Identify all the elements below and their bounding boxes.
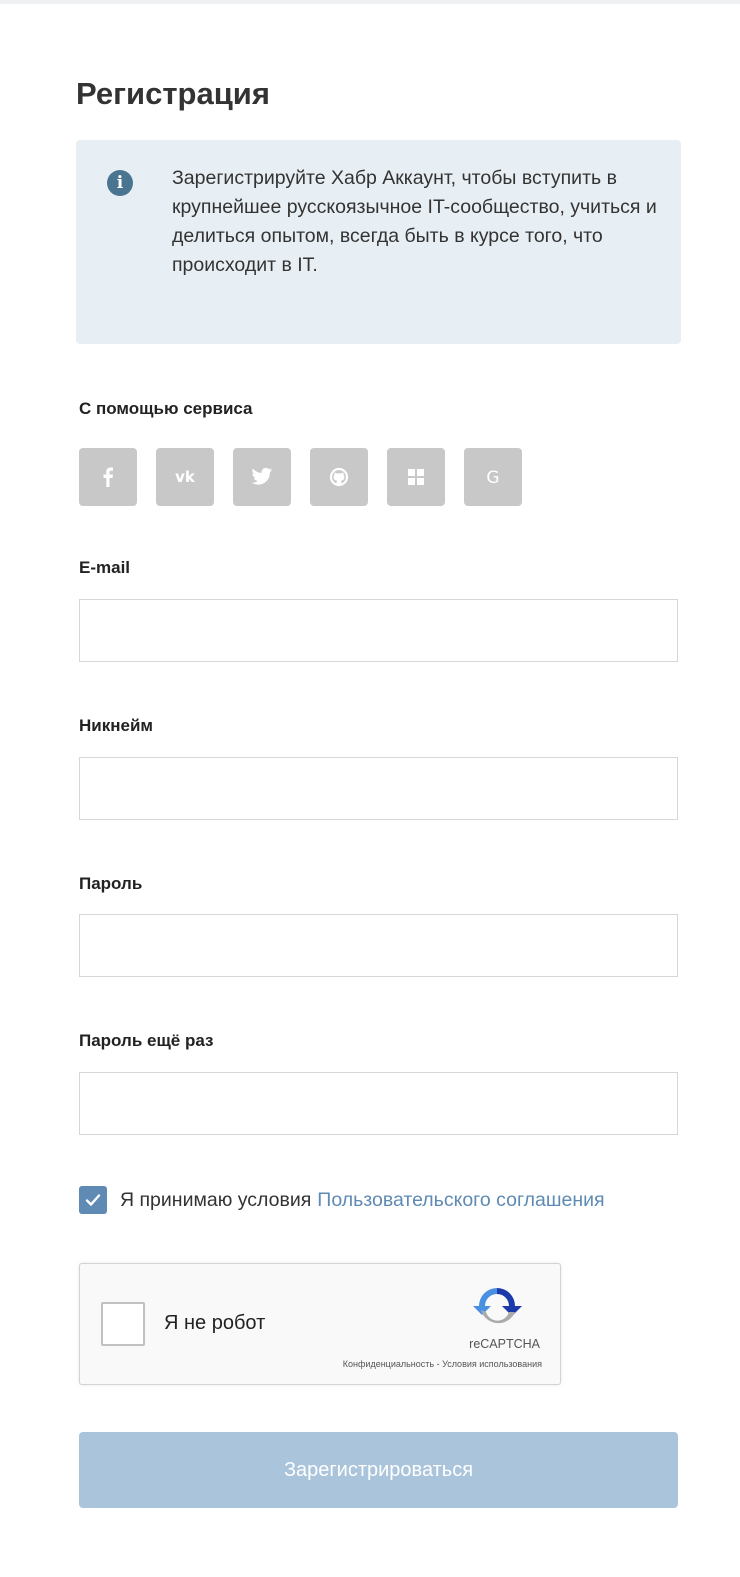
- recaptcha-widget: Я не робот reCAPTCHA Конфиденциальность …: [79, 1263, 561, 1385]
- microsoft-login-button[interactable]: [387, 448, 445, 506]
- recaptcha-terms-link[interactable]: Условия использования: [442, 1359, 542, 1369]
- twitter-login-button[interactable]: [233, 448, 291, 506]
- recaptcha-checkbox[interactable]: [101, 1302, 145, 1346]
- google-login-button[interactable]: G: [464, 448, 522, 506]
- facebook-icon: [103, 467, 113, 487]
- github-login-button[interactable]: [310, 448, 368, 506]
- microsoft-icon: [408, 469, 424, 485]
- twitter-icon: [251, 467, 273, 485]
- social-login-buttons: vk G: [79, 448, 522, 506]
- info-icon: i: [107, 170, 133, 196]
- info-text: Зарегистрируйте Хабр Аккаунт, чтобы всту…: [172, 167, 657, 276]
- nickname-field[interactable]: [79, 757, 678, 820]
- vk-login-button[interactable]: vk: [156, 448, 214, 506]
- agreement-text: Я принимаю условия: [120, 1188, 312, 1211]
- vk-icon: vk: [175, 468, 196, 486]
- facebook-login-button[interactable]: [79, 448, 137, 506]
- github-icon: [329, 467, 349, 487]
- agreement-checkbox[interactable]: [79, 1186, 107, 1214]
- top-divider: [0, 0, 740, 4]
- google-icon: G: [486, 468, 499, 487]
- email-field[interactable]: [79, 599, 678, 662]
- recaptcha-brand: reCAPTCHA: [469, 1337, 540, 1351]
- recaptcha-link-separator: -: [434, 1359, 443, 1369]
- recaptcha-label: Я не робот: [164, 1312, 266, 1334]
- svg-text:vk: vk: [175, 468, 196, 486]
- nickname-label: Никнейм: [79, 716, 153, 735]
- info-notice: i Зарегистрируйте Хабр Аккаунт, чтобы вс…: [76, 140, 681, 344]
- recaptcha-links: Конфиденциальность - Условия использован…: [343, 1359, 542, 1369]
- password-label: Пароль: [79, 874, 143, 893]
- user-agreement-link[interactable]: Пользовательского соглашения: [317, 1189, 604, 1212]
- page-title: Регистрация: [76, 76, 270, 111]
- recaptcha-logo-icon: [473, 1288, 522, 1324]
- register-button[interactable]: Зарегистрироваться: [79, 1432, 678, 1508]
- agreement-row: Я принимаю условия Пользовательского сог…: [79, 1186, 605, 1214]
- email-label: E-mail: [79, 558, 131, 577]
- password-repeat-label: Пароль ещё раз: [79, 1031, 214, 1050]
- svg-text:G: G: [486, 468, 499, 487]
- password-repeat-field[interactable]: [79, 1072, 678, 1135]
- checkmark-icon: [85, 1194, 101, 1206]
- recaptcha-privacy-link[interactable]: Конфиденциальность: [343, 1359, 434, 1369]
- social-login-label: С помощью сервиса: [79, 399, 253, 418]
- password-field[interactable]: [79, 914, 678, 977]
